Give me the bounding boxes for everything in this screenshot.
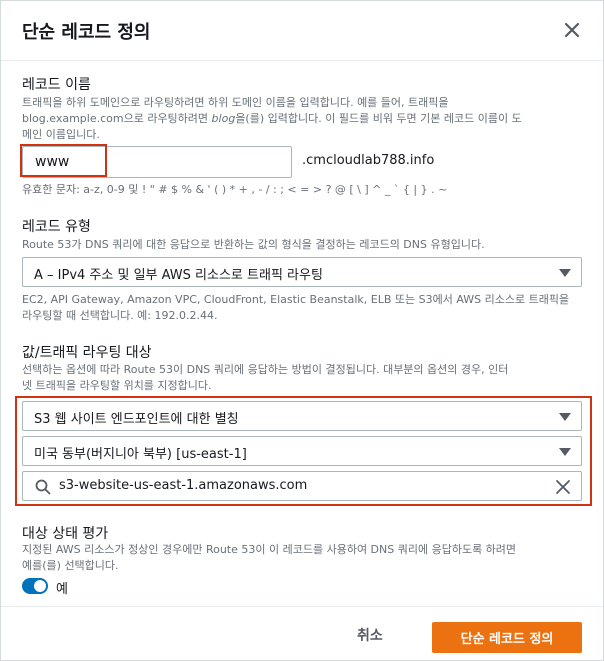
health-evaluation-description: 지정된 AWS 리소스가 정상인 경우에만 Route 53이 이 레코드를 사…: [22, 542, 592, 574]
caret-down-icon: [559, 448, 571, 456]
dialog-title: 단순 레코드 정의: [22, 22, 151, 43]
record-name-description: 트래픽을 하위 도메인으로 라우팅하려면 하위 도메인 이름을 입력합니다. 예…: [22, 95, 587, 143]
health-evaluation-label: 대상 상태 평가: [22, 526, 109, 542]
caret-down-icon: [559, 413, 571, 421]
endpoint-type-selected: S3 웹 사이트 엔드포인트에 대한 별칭: [34, 412, 239, 427]
record-type-description: Route 53가 DNS 쿼리에 대한 응답으로 반환하는 값의 형식을 결정…: [22, 238, 485, 251]
record-type-hint-line1: EC2, API Gateway, Amazon VPC, CloudFront…: [22, 293, 570, 306]
record-name-label: 레코드 이름: [22, 77, 91, 93]
close-icon[interactable]: [561, 19, 583, 41]
caret-down-icon: [559, 269, 571, 277]
target-desc-line1: 선택하는 옵션에 따라 Route 53이 DNS 쿼리에 응답하는 방법이 결…: [22, 363, 509, 376]
cancel-button[interactable]: 취소: [357, 625, 383, 645]
endpoint-search-input[interactable]: s3-website-us-east-1.amazonaws.com: [22, 471, 582, 501]
domain-suffix: .cmcloudlab788.info: [302, 153, 435, 168]
search-icon: [35, 479, 51, 495]
toggle-label: 예: [56, 582, 68, 597]
target-description: 선택하는 옵션에 따라 Route 53이 DNS 쿼리에 응답하는 방법이 결…: [22, 362, 592, 394]
toggle-knob: [34, 580, 46, 592]
endpoint-search-value: s3-website-us-east-1.amazonaws.com: [59, 478, 308, 493]
health-desc-line1: 지정된 AWS 리소스가 정상인 경우에만 Route 53이 이 레코드를 사…: [22, 543, 517, 556]
record-name-desc-line1: 트래픽을 하위 도메인으로 라우팅하려면 하위 도메인 이름을 입력합니다. 예…: [22, 96, 449, 109]
dialog-header: 단순 레코드 정의: [1, 1, 603, 61]
record-name-desc-line3: 메인 이름입니다.: [22, 128, 100, 141]
record-type-hint: EC2, API Gateway, Amazon VPC, CloudFront…: [22, 292, 592, 324]
record-type-label: 레코드 유형: [22, 219, 91, 235]
dialog-footer: 취소 단순 레코드 정의: [1, 606, 603, 661]
region-select[interactable]: 미국 동부(버지니아 북부) [us-east-1]: [22, 436, 582, 466]
desc-text: 을(를) 입력합니다. 이 필드를 비워 두면 기본 레코드 이름이 도: [235, 112, 522, 125]
desc-emphasis: blog: [211, 112, 236, 125]
define-simple-record-button[interactable]: 단순 레코드 정의: [432, 622, 582, 653]
health-desc-line2: 예를(를) 선택합니다.: [22, 559, 119, 572]
target-label: 값/트래픽 라우팅 대상: [22, 345, 152, 361]
record-type-selected: A – IPv4 주소 및 일부 AWS 리소스로 트래픽 라우팅: [34, 268, 323, 283]
valid-characters-hint: 유효한 문자: a-z, 0-9 및 ! " # $ % & ' ( ) * +…: [22, 183, 448, 196]
clear-icon[interactable]: [555, 479, 571, 495]
desc-text: blog.example.com으로 라우팅하려면: [22, 112, 212, 125]
highlight-record-name: [20, 144, 107, 177]
endpoint-type-select[interactable]: S3 웹 사이트 엔드포인트에 대한 별칭: [22, 401, 582, 431]
evaluate-health-toggle[interactable]: [22, 578, 48, 594]
region-selected: 미국 동부(버지니아 북부) [us-east-1]: [34, 447, 247, 462]
define-simple-record-dialog: 단순 레코드 정의 레코드 이름 트래픽을 하위 도메인으로 라우팅하려면 하위…: [0, 0, 604, 661]
record-type-select[interactable]: A – IPv4 주소 및 일부 AWS 리소스로 트래픽 라우팅: [22, 257, 582, 287]
target-desc-line2: 넷 트래픽을 라우팅할 위치를 지정합니다.: [22, 379, 212, 392]
record-type-hint-line2: 라우팅할 때 선택합니다. 예: 192.0.2.44.: [22, 309, 218, 322]
record-name-desc-line2: blog.example.com으로 라우팅하려면 blog을(를) 입력합니다…: [22, 111, 587, 127]
